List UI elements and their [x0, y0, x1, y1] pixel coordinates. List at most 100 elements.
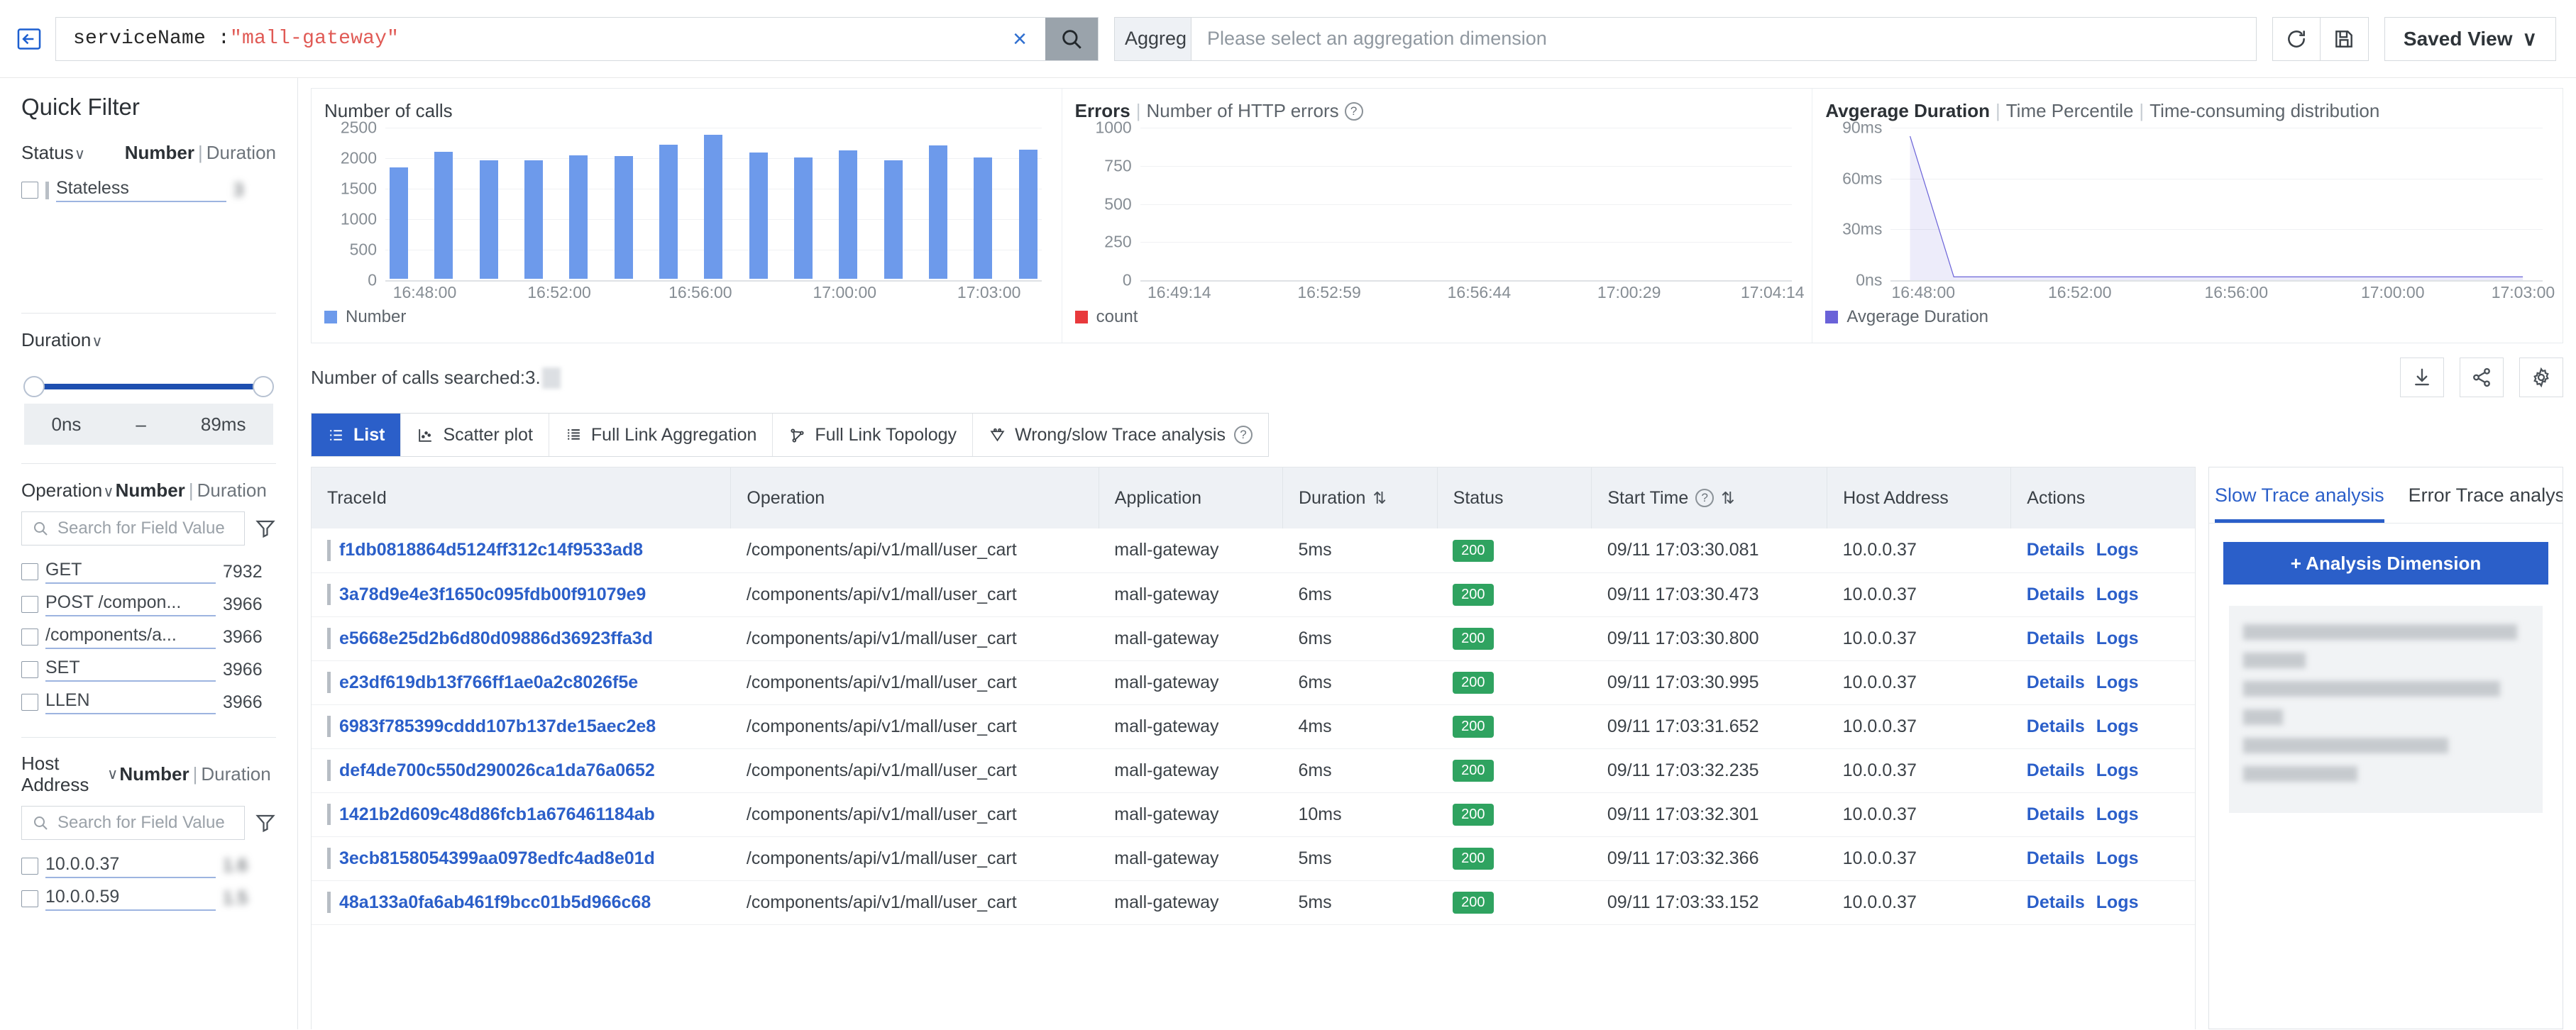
facet-metric-number[interactable]: Number — [116, 480, 185, 502]
table-row[interactable]: 3ecb8158054399aa0978edfc4ad8e01d/compone… — [312, 836, 2195, 881]
tab-error-trace-analysis[interactable]: Error Trace analysis — [2409, 467, 2563, 523]
facet-value-label[interactable]: SET — [45, 658, 216, 682]
facet-value-label[interactable]: GET — [45, 560, 216, 584]
facet-metric-number[interactable]: Number — [125, 142, 194, 164]
bar[interactable] — [524, 160, 543, 279]
logs-link[interactable]: Logs — [2096, 628, 2139, 648]
table-row[interactable]: def4de700c550d290026ca1da76a0652/compone… — [312, 748, 2195, 793]
tab-full-link-aggregation[interactable]: Full Link Aggregation — [549, 414, 774, 456]
details-link[interactable]: Details — [2027, 804, 2085, 824]
checkbox[interactable] — [21, 596, 38, 613]
traceid-link[interactable]: 6983f785399cddd107b137de15aec2e8 — [339, 716, 656, 737]
bar[interactable] — [569, 155, 588, 279]
help-icon[interactable]: ? — [1695, 489, 1714, 507]
tab-full-link-topology[interactable]: Full Link Topology — [773, 414, 974, 456]
help-icon[interactable]: ? — [1344, 101, 1363, 121]
checkbox[interactable] — [21, 857, 38, 875]
filter-icon[interactable] — [255, 518, 276, 539]
collapse-panel-icon[interactable] — [13, 23, 45, 55]
table-row[interactable]: f1db0818864d5124ff312c14f9533ad8/compone… — [312, 528, 2195, 573]
bar[interactable] — [974, 157, 993, 279]
help-icon[interactable]: ? — [1233, 426, 1253, 444]
details-link[interactable]: Details — [2027, 892, 2085, 912]
chart-subtitle-time-consuming[interactable]: Time-consuming distribution — [2150, 100, 2379, 122]
logs-link[interactable]: Logs — [2096, 760, 2139, 780]
list-item[interactable]: GET 7932 — [21, 555, 276, 588]
slider-handle-min[interactable] — [23, 376, 45, 397]
aggregation-control[interactable]: Aggreg Please select an aggregation dime… — [1114, 16, 2257, 61]
bar[interactable] — [793, 157, 813, 279]
checkbox[interactable] — [21, 890, 38, 907]
list-item[interactable]: 10.0.0.59 1.5 — [21, 882, 276, 915]
list-item[interactable]: LLEN 3966 — [21, 686, 276, 719]
facet-header[interactable]: Host Address ∨ Number | Duration — [21, 753, 276, 796]
list-item[interactable]: 10.0.0.37 1.6 — [21, 850, 276, 882]
facet-metric-duration[interactable]: Duration — [197, 480, 267, 502]
column-status[interactable]: Status — [1437, 467, 1592, 528]
details-link[interactable]: Details — [2027, 585, 2085, 604]
bar[interactable] — [659, 145, 678, 279]
gear-icon[interactable] — [2519, 358, 2563, 397]
list-item[interactable]: POST /compon... 3966 — [21, 588, 276, 621]
details-link[interactable]: Details — [2027, 716, 2085, 736]
column-traceid[interactable]: TraceId — [312, 467, 732, 528]
bar[interactable] — [434, 152, 453, 279]
tab-slow-trace-analysis[interactable]: Slow Trace analysis — [2215, 467, 2384, 523]
search-query-box[interactable]: serviceName : "mall-gateway" × — [55, 16, 1099, 61]
sort-icon[interactable]: ⇅ — [1372, 489, 1386, 508]
column-application[interactable]: Application — [1099, 467, 1283, 528]
traceid-link[interactable]: def4de700c550d290026ca1da76a0652 — [339, 760, 655, 781]
search-icon[interactable] — [1045, 17, 1098, 60]
bar[interactable] — [479, 160, 498, 279]
chart-subtitle-http-errors[interactable]: Number of HTTP errors — [1146, 100, 1338, 122]
facet-value-label[interactable]: Stateless — [56, 178, 226, 202]
column-start-time[interactable]: Start Time? ⇅ — [1591, 467, 1828, 528]
bar[interactable] — [928, 145, 947, 279]
download-icon[interactable] — [2400, 358, 2444, 397]
facet-value-label[interactable]: LLEN — [45, 690, 216, 714]
traceid-link[interactable]: e5668e25d2b6d80d09886d36923ffa3d — [339, 628, 653, 649]
facet-metric-number[interactable]: Number — [119, 763, 189, 785]
checkbox[interactable] — [21, 661, 38, 678]
bar[interactable] — [614, 155, 633, 279]
sort-icon[interactable]: ⇅ — [1721, 489, 1734, 508]
bar[interactable] — [839, 150, 858, 279]
bar[interactable] — [390, 167, 408, 279]
details-link[interactable]: Details — [2027, 672, 2085, 692]
search-input[interactable]: Search for Field Value — [21, 805, 245, 840]
column-duration[interactable]: Duration ⇅ — [1282, 467, 1438, 528]
tab-wrong-slow-trace-analysis[interactable]: Wrong/slow Trace analysis ? — [973, 414, 1268, 456]
bar[interactable] — [704, 134, 723, 279]
filter-icon[interactable] — [255, 812, 276, 834]
list-item[interactable]: /components/a... 3966 — [21, 621, 276, 653]
search-input[interactable]: Search for Field Value — [21, 511, 245, 546]
chevron-down-icon[interactable]: ∨ — [103, 483, 114, 501]
checkbox[interactable] — [21, 694, 38, 711]
table-row[interactable]: e23df619db13f766ff1ae0a2c8026f5e/compone… — [312, 660, 2195, 705]
list-item[interactable]: Stateless 3 — [21, 174, 276, 206]
details-link[interactable]: Details — [2027, 628, 2085, 648]
chevron-down-icon[interactable]: ∨ — [107, 765, 118, 783]
share-icon[interactable] — [2460, 358, 2504, 397]
chart-subtitle-time-percentile[interactable]: Time Percentile — [2006, 100, 2134, 122]
table-row[interactable]: 3a78d9e4e3f1650c095fdb00f91079e9/compone… — [312, 572, 2195, 617]
checkbox[interactable] — [21, 628, 38, 646]
traceid-link[interactable]: 1421b2d609c48d86fcb1a676461184ab — [339, 804, 655, 825]
slider-handle-max[interactable] — [253, 376, 274, 397]
column-operation[interactable]: Operation — [730, 467, 1099, 528]
traceid-link[interactable]: f1db0818864d5124ff312c14f9533ad8 — [339, 540, 643, 560]
facet-value-label[interactable]: POST /compon... — [45, 592, 216, 616]
logs-link[interactable]: Logs — [2096, 585, 2139, 604]
table-row[interactable]: 1421b2d609c48d86fcb1a676461184ab/compone… — [312, 792, 2195, 837]
table-row[interactable]: 6983f785399cddd107b137de15aec2e8/compone… — [312, 704, 2195, 749]
bar[interactable] — [749, 153, 768, 279]
bar[interactable] — [1018, 150, 1037, 279]
details-link[interactable]: Details — [2027, 848, 2085, 868]
saved-view-button[interactable]: Saved View ∨ — [2384, 16, 2556, 61]
details-link[interactable]: Details — [2027, 540, 2085, 560]
chevron-down-icon[interactable]: ∨ — [75, 145, 85, 163]
table-row[interactable]: e5668e25d2b6d80d09886d36923ffa3d/compone… — [312, 616, 2195, 661]
add-analysis-dimension-button[interactable]: + Analysis Dimension — [2223, 542, 2548, 585]
traceid-link[interactable]: 3a78d9e4e3f1650c095fdb00f91079e9 — [339, 585, 646, 605]
facet-header[interactable]: Status ∨ Number | Duration — [21, 142, 276, 164]
